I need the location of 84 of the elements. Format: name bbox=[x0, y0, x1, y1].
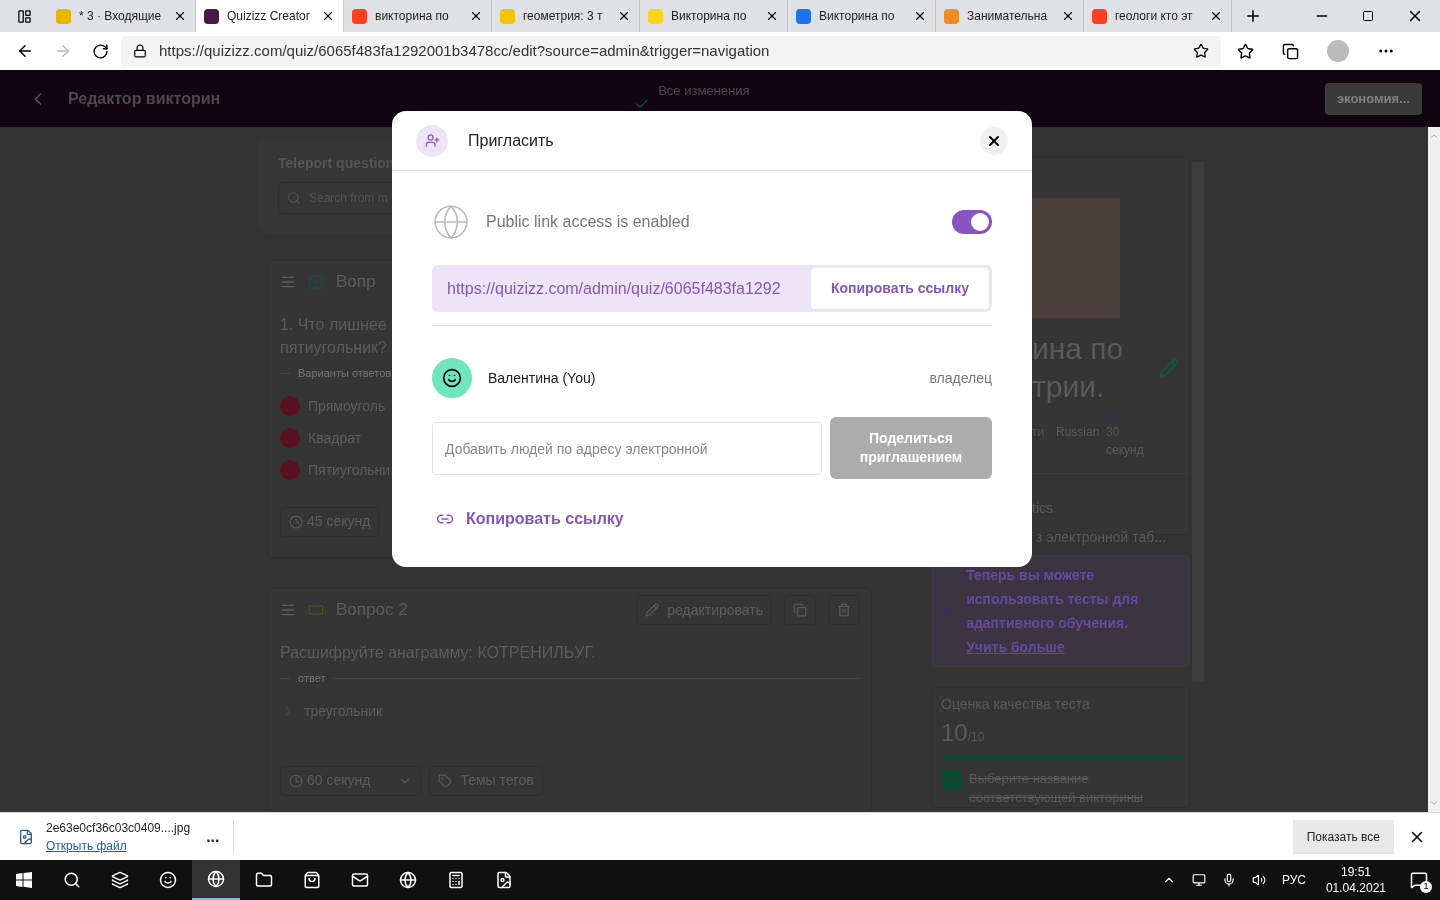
network-icon[interactable] bbox=[1191, 873, 1206, 887]
download-more-button[interactable]: ... bbox=[206, 819, 235, 854]
show-all-button[interactable]: Показать все bbox=[1292, 819, 1394, 854]
promo-text: Теперь вы можете использовать тесты для адаптивного обучения. bbox=[966, 567, 1139, 631]
search-icon bbox=[287, 191, 301, 205]
text-type-icon bbox=[308, 602, 324, 618]
clock-date: 01.04.2021 bbox=[1325, 880, 1386, 896]
tab-title: Quizizz Creator bbox=[227, 8, 311, 25]
tab-title: геологи кто эт bbox=[1115, 8, 1194, 25]
tab-title: * 3 · Входящие bbox=[79, 8, 163, 25]
browser-icon[interactable] bbox=[399, 871, 417, 889]
user-role: владелец bbox=[929, 368, 992, 388]
close-icon[interactable] bbox=[1061, 9, 1075, 23]
windows-icon[interactable] bbox=[16, 872, 32, 888]
tab-title: Занимательна bbox=[967, 8, 1049, 25]
microphone-icon[interactable] bbox=[1221, 873, 1236, 887]
face-icon bbox=[442, 368, 462, 388]
tag-icon bbox=[438, 773, 453, 788]
close-icon[interactable] bbox=[617, 9, 631, 23]
pencil-icon bbox=[645, 603, 660, 617]
address-bar[interactable]: https://quizizz.com/quiz/6065f483fa1292001b3478cc/edit?source=admin&trigger=navigation bbox=[121, 36, 1221, 66]
calculator-icon[interactable] bbox=[447, 871, 465, 889]
checkbox-type-icon bbox=[308, 274, 324, 290]
user-name: Валентина (You) bbox=[488, 368, 597, 388]
lock-icon bbox=[133, 44, 147, 58]
favorites-icon[interactable] bbox=[1237, 42, 1254, 60]
store-icon[interactable] bbox=[303, 871, 321, 889]
language-indicator[interactable]: РУС bbox=[1281, 871, 1306, 889]
clock-time: 19:51 bbox=[1340, 864, 1371, 880]
email-input[interactable]: Добавить людей по адресу электронной bbox=[432, 422, 822, 475]
close-icon[interactable] bbox=[469, 9, 483, 23]
close-icon[interactable] bbox=[1209, 9, 1223, 23]
assistant-icon[interactable] bbox=[159, 871, 177, 889]
browser-icon[interactable] bbox=[207, 870, 225, 888]
download-file-name: 2e63e0cf36c03c0409....jpg bbox=[46, 819, 191, 837]
tab-title: викторина по bbox=[375, 8, 450, 25]
clock-icon bbox=[289, 773, 303, 788]
maximize-icon[interactable] bbox=[1362, 10, 1374, 22]
public-link-text: Public link access is enabled bbox=[486, 212, 691, 232]
task-view-icon[interactable] bbox=[111, 871, 129, 889]
trash-icon bbox=[837, 603, 851, 617]
check-icon bbox=[944, 772, 958, 786]
language-icon bbox=[1056, 412, 1067, 423]
reload-icon[interactable] bbox=[92, 42, 109, 60]
folder-icon[interactable] bbox=[255, 871, 273, 889]
close-icon[interactable] bbox=[173, 9, 187, 23]
answers-label: Варианты ответов bbox=[298, 366, 392, 381]
public-link-toggle[interactable] bbox=[952, 210, 992, 234]
notification-count: 1 bbox=[1420, 881, 1432, 893]
file-icon bbox=[18, 828, 34, 845]
volume-icon[interactable] bbox=[1251, 873, 1266, 887]
new-tab-icon[interactable] bbox=[1244, 7, 1262, 25]
checklist-checkbox[interactable] bbox=[941, 769, 961, 789]
close-icon[interactable] bbox=[765, 9, 779, 23]
open-file-link[interactable]: Открыть файл bbox=[46, 836, 191, 855]
mail-icon[interactable] bbox=[351, 871, 369, 889]
add-user-icon bbox=[424, 133, 440, 148]
browser-tab[interactable]: Quizizz Creator bbox=[196, 0, 344, 32]
back-icon[interactable] bbox=[16, 42, 34, 60]
globe-icon bbox=[432, 203, 470, 241]
editor-title: Редактор викторин bbox=[68, 88, 221, 109]
share-link-url: https://quizizz.com/admin/quiz/6065f483fa1292 bbox=[447, 278, 782, 299]
tab-title: Викторина по bbox=[671, 8, 748, 25]
drag-handle-icon[interactable] bbox=[280, 602, 296, 618]
clock-icon bbox=[1106, 412, 1117, 423]
clock-icon bbox=[289, 514, 303, 529]
tab-title: геометрия: 3 т bbox=[523, 8, 604, 25]
search-icon[interactable] bbox=[63, 871, 81, 889]
copy-icon bbox=[793, 603, 807, 617]
favorite-icon[interactable] bbox=[1193, 43, 1209, 59]
close-icon[interactable] bbox=[913, 9, 927, 23]
collections-icon[interactable] bbox=[1282, 42, 1299, 60]
close-button[interactable] bbox=[980, 126, 1008, 155]
save-status: Все изменения bbox=[658, 82, 750, 100]
dialog-title: Пригласить bbox=[468, 130, 554, 151]
close-icon[interactable] bbox=[321, 9, 335, 23]
tab-title: Викторина по bbox=[819, 8, 896, 25]
copy-link-button[interactable]: Копировать ссылку bbox=[810, 268, 989, 309]
copy-link-action[interactable]: Копировать ссылку bbox=[436, 507, 624, 531]
document-icon[interactable] bbox=[495, 871, 513, 889]
notifications-icon[interactable] bbox=[1410, 871, 1428, 889]
answers-label: ответ bbox=[298, 671, 326, 686]
drag-handle-icon[interactable] bbox=[280, 274, 296, 290]
url-text: https://quizizz.com/quiz/6065f483fa1292001b3478cc/edit?source=admin&trigger=navigation bbox=[159, 40, 771, 61]
